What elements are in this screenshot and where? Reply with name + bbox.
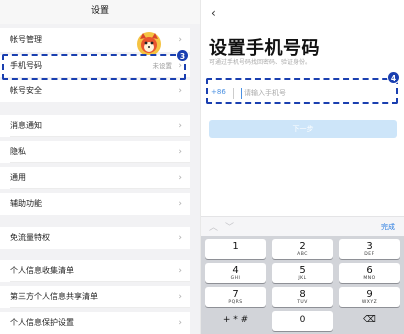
key-4[interactable]: 4 GHI [205,263,266,283]
key-letters: TUV [297,300,308,305]
highlight-box-input [206,78,398,104]
chevron-right-icon: › [178,233,182,243]
settings-item-privacy[interactable]: 隐私 › [0,141,190,163]
keyboard-toolbar: ︿ ﹀ 完成 [201,216,404,236]
key-letters: JKL [298,276,307,281]
divider [10,281,190,282]
key-letters: GHI [230,276,241,281]
settings-item-label: 帐号管理 [10,35,42,44]
chevron-right-icon: › [178,292,182,302]
settings-item-accessibility[interactable]: 辅助功能 › [0,193,190,215]
set-phone-screen: ‹ 设置手机号码 可通过手机号码找回密码、验证身份。 +86 请输入手机号 4 … [200,0,404,334]
done-button[interactable]: 完成 [381,222,395,232]
settings-item-label: 辅助功能 [10,199,42,208]
key-digit: 2 [299,241,306,252]
key-2[interactable]: 2 ABC [272,239,333,259]
divider [10,136,190,137]
key-digit: 8 [299,289,306,300]
settings-item-label: 通用 [10,173,26,182]
divider [10,307,190,308]
key-digit: 6 [366,265,373,276]
settings-header: 设置 [0,0,200,24]
numeric-keypad: 1 2 ABC 3 DEF 4 GHI 5 JKL 6 MNO 7 PQRS 8 [201,236,404,334]
backspace-icon[interactable]: ⌫ [339,311,400,331]
settings-item-account-management[interactable]: 帐号管理 › [0,28,190,56]
chevron-right-icon: › [178,199,182,209]
step-badge-3: 3 [176,49,189,62]
key-digit: 5 [299,265,306,276]
key-digit: 0 [299,315,306,325]
chevron-right-icon: › [178,86,182,96]
chevron-right-icon: › [178,173,182,183]
settings-item-label: 隐私 [10,147,26,156]
key-letters: DEF [364,252,375,257]
back-arrow-icon[interactable]: ‹ [211,6,216,20]
key-8[interactable]: 8 TUV [272,287,333,307]
key-0[interactable]: 0 [272,311,333,331]
key-6[interactable]: 6 MNO [339,263,400,283]
settings-item-label: 免流量特权 [10,233,50,242]
key-9[interactable]: 9 WXYZ [339,287,400,307]
key-letters: WXYZ [361,300,378,305]
key-digit: + * # [222,315,249,325]
step-badge-4: 4 [387,71,400,84]
next-button[interactable]: 下一步 [209,120,397,138]
divider [10,162,190,163]
settings-item-label: 个人信息收集清单 [10,266,74,275]
key-3[interactable]: 3 DEF [339,239,400,259]
page-subtitle: 可通过手机号码找回密码、验证身份。 [209,59,312,66]
key-letters: PQRS [228,300,243,305]
chevron-right-icon: › [178,121,182,131]
key-digit: 9 [366,289,373,300]
divider [10,188,190,189]
settings-screen: 设置 帐号管理 › 手机号码 未设置 › 3 帐号安全 › 消息通知 › 隐私 … [0,0,200,334]
settings-item-label: 个人信息保护设置 [10,318,74,327]
chevron-right-icon: › [178,147,182,157]
settings-item-notifications[interactable]: 消息通知 › [0,115,190,137]
settings-item-third-party-sharing[interactable]: 第三方个人信息共享清单 › [0,286,190,308]
key-5[interactable]: 5 JKL [272,263,333,283]
chevron-right-icon: › [178,266,182,276]
key-7[interactable]: 7 PQRS [205,287,266,307]
settings-item-account-security[interactable]: 帐号安全 › [0,80,190,102]
chevron-down-icon[interactable]: ﹀ [225,220,234,233]
settings-title: 设置 [90,6,109,16]
key-letters: ABC [297,252,308,257]
chevron-right-icon: › [178,318,182,328]
highlight-box-phone [2,54,186,80]
key-digit: 7 [232,289,239,300]
key-digit: 1 [232,241,239,252]
key-letters: MNO [363,276,376,281]
settings-item-general[interactable]: 通用 › [0,167,190,189]
key-digit: ⌫ [363,315,376,325]
key-digit: 4 [232,265,239,276]
settings-item-data-free[interactable]: 免流量特权 › [0,227,190,249]
settings-item-info-collection[interactable]: 个人信息收集清单 › [0,260,190,282]
settings-item-label: 帐号安全 [10,86,42,95]
settings-item-label: 第三方个人信息共享清单 [10,292,98,301]
settings-item-label: 消息通知 [10,121,42,130]
chevron-up-icon[interactable]: ︿ [209,220,218,233]
key-1[interactable]: 1 [205,239,266,259]
key-digit: 3 [366,241,373,252]
key-symbols[interactable]: + * # [205,311,266,331]
settings-item-privacy-protection[interactable]: 个人信息保护设置 › [0,312,190,334]
